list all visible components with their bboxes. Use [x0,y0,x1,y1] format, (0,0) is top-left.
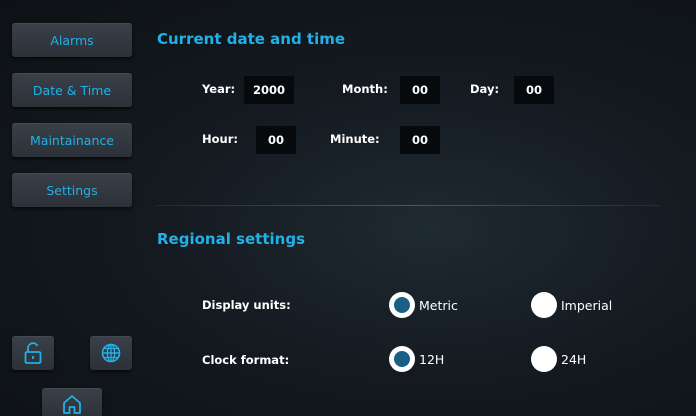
radio-selected-icon [389,292,415,318]
unlock-icon [24,342,42,364]
hour-label: Hour: [202,132,238,146]
minute-label: Minute: [330,132,380,146]
year-field[interactable]: 2000 [244,76,294,104]
sidebar-item-label: Date & Time [32,82,112,98]
unlock-button[interactable] [12,336,54,370]
12h-radio[interactable]: 12H [389,346,444,372]
metric-radio[interactable]: Metric [389,292,458,318]
sidebar-item-label: Alarms [50,32,94,48]
hour-field[interactable]: 00 [256,126,296,154]
clock-format-label: Clock format: [202,353,290,367]
24h-radio[interactable]: 24H [531,346,586,372]
sidebar-item-maintainance[interactable]: Maintainance [12,123,132,157]
language-button[interactable] [90,336,132,370]
day-label: Day: [470,82,500,96]
12h-label: 12H [419,351,445,367]
month-field[interactable]: 00 [400,76,440,104]
sidebar-item-label: Maintainance [30,132,114,148]
globe-icon [101,343,121,363]
sidebar-item-settings[interactable]: Settings [12,173,132,207]
sidebar: Alarms Date & Time Maintainance Settings [0,0,142,416]
imperial-radio[interactable]: Imperial [531,292,612,318]
radio-selected-icon [389,346,415,372]
radio-unselected-icon [531,346,557,372]
sidebar-item-date-time[interactable]: Date & Time [12,73,132,107]
imperial-label: Imperial [561,297,613,313]
month-label: Month: [342,82,388,96]
minute-field[interactable]: 00 [400,126,440,154]
sidebar-item-alarms[interactable]: Alarms [12,23,132,57]
metric-label: Metric [419,297,458,313]
datetime-section-title: Current date and time [157,30,346,48]
settings-screen: Alarms Date & Time Maintainance Settings [0,0,696,416]
radio-unselected-icon [531,292,557,318]
sidebar-item-label: Settings [46,182,98,198]
home-button[interactable] [42,388,102,416]
section-divider [155,205,660,206]
24h-label: 24H [561,351,587,367]
day-field[interactable]: 00 [514,76,554,104]
home-icon [63,395,81,414]
regional-section-title: Regional settings [157,230,306,248]
display-units-label: Display units: [202,298,291,312]
year-label: Year: [202,82,236,96]
